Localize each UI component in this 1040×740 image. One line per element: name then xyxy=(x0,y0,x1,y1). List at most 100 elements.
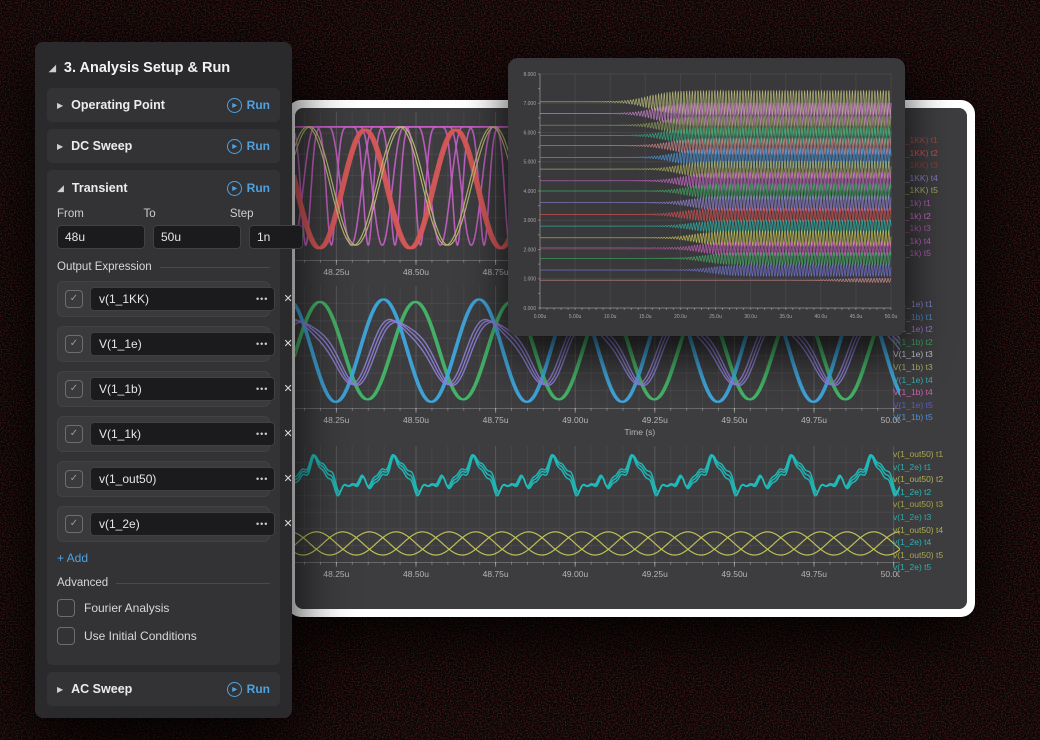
svg-text:49.00u: 49.00u xyxy=(562,569,588,579)
checkbox-unchecked xyxy=(57,627,75,645)
expression-checkbox[interactable]: ✓ xyxy=(65,380,83,398)
svg-text:48.50u: 48.50u xyxy=(403,415,429,425)
expression-input[interactable] xyxy=(97,426,256,442)
output-expression-divider: Output Expression xyxy=(57,261,270,273)
to-field[interactable] xyxy=(153,225,241,249)
advanced-divider: Advanced xyxy=(57,577,270,589)
expression-row: ✓•••✕ xyxy=(57,416,270,452)
expression-row: ✓•••✕ xyxy=(57,461,270,497)
svg-text:3.000: 3.000 xyxy=(523,218,536,224)
run-ac-sweep-button[interactable]: ▶ Run xyxy=(227,682,270,697)
legend-bottom-plot: v(1_out50) t1v(1_2e) t1v(1_out50) t2v(1_… xyxy=(893,448,967,574)
section-dc-sweep[interactable]: ▶ DC Sweep ▶ Run xyxy=(47,129,280,163)
expression-options-button[interactable]: ••• xyxy=(256,429,268,439)
expression-options-button[interactable]: ••• xyxy=(256,474,268,484)
analysis-panel: ◢ 3. Analysis Setup & Run ▶ Operating Po… xyxy=(35,42,292,718)
section-label: DC Sweep xyxy=(71,139,219,153)
expression-remove-button[interactable]: ✕ xyxy=(282,429,293,440)
check-icon: ✓ xyxy=(70,474,78,484)
svg-text:49.00u: 49.00u xyxy=(562,415,588,425)
svg-text:48.50u: 48.50u xyxy=(403,267,429,277)
section-operating-point[interactable]: ▶ Operating Point ▶ Run xyxy=(47,88,280,122)
expression-options-button[interactable]: ••• xyxy=(256,519,268,529)
svg-text:8.000: 8.000 xyxy=(523,72,536,78)
legend-entry: v(1_out50) t4 xyxy=(893,524,967,537)
overlay-plot-window: 8.0007.0006.0005.0004.0003.0002.0001.000… xyxy=(508,58,905,336)
play-icon: ▶ xyxy=(227,181,242,196)
expression-input[interactable] xyxy=(97,381,256,397)
svg-text:0.000: 0.000 xyxy=(523,306,536,312)
play-icon: ▶ xyxy=(227,682,242,697)
svg-text:49.25u: 49.25u xyxy=(642,415,668,425)
expression-checkbox[interactable]: ✓ xyxy=(65,290,83,308)
transient-field-inputs xyxy=(57,225,270,249)
svg-text:50.0u: 50.0u xyxy=(885,314,898,320)
expression-row: ✓•••✕ xyxy=(57,326,270,362)
svg-text:48.75u: 48.75u xyxy=(483,569,509,579)
expression-remove-button[interactable]: ✕ xyxy=(282,339,293,350)
expression-input[interactable] xyxy=(97,336,256,352)
svg-text:1.000: 1.000 xyxy=(523,277,536,283)
svg-text:25.0u: 25.0u xyxy=(709,314,722,320)
check-icon: ✓ xyxy=(70,429,78,439)
expression-row: ✓•••✕ xyxy=(57,506,270,542)
expression-field: ••• xyxy=(90,512,275,536)
svg-text:49.75u: 49.75u xyxy=(801,569,827,579)
legend-entry: v(1_out50) t2 xyxy=(893,473,967,486)
svg-text:7.000: 7.000 xyxy=(523,101,536,107)
run-transient-button[interactable]: ▶ Run xyxy=(227,181,270,196)
chevron-right-icon: ▶ xyxy=(57,142,63,151)
chevron-expanded-icon: ◢ xyxy=(49,63,56,74)
section-label: AC Sweep xyxy=(71,682,219,696)
play-icon: ▶ xyxy=(227,98,242,113)
expression-checkbox[interactable]: ✓ xyxy=(65,515,83,533)
svg-text:45.0u: 45.0u xyxy=(850,314,863,320)
overlay-plot-canvas: 8.0007.0006.0005.0004.0003.0002.0001.000… xyxy=(514,64,899,335)
panel-header[interactable]: ◢ 3. Analysis Setup & Run xyxy=(47,52,280,88)
legend-entry: v(1_2e) t2 xyxy=(893,486,967,499)
expression-options-button[interactable]: ••• xyxy=(256,294,268,304)
legend-entry: V(1_1e) t3 xyxy=(893,348,967,361)
svg-text:48.25u: 48.25u xyxy=(323,569,349,579)
from-field[interactable] xyxy=(57,225,145,249)
expression-input[interactable] xyxy=(97,516,256,532)
bottom-plot-canvas: 48.25u48.50u48.75u49.00u49.25u49.50u49.7… xyxy=(295,446,900,589)
expression-remove-button[interactable]: ✕ xyxy=(282,384,293,395)
svg-text:48.75u: 48.75u xyxy=(483,267,509,277)
legend-entry: v(1_out50) t5 xyxy=(893,549,967,562)
expression-list: ✓•••✕✓•••✕✓•••✕✓•••✕✓•••✕✓•••✕ xyxy=(57,281,270,542)
svg-text:48.25u: 48.25u xyxy=(323,267,349,277)
legend-entry: V(1_1b) t2 xyxy=(893,336,967,349)
fourier-analysis-checkbox[interactable]: Fourier Analysis xyxy=(57,599,270,617)
svg-text:4.000: 4.000 xyxy=(523,189,536,195)
use-initial-conditions-checkbox[interactable]: Use Initial Conditions xyxy=(57,627,270,645)
section-label: Operating Point xyxy=(71,98,219,112)
legend-entry: v(1_2e) t1 xyxy=(893,461,967,474)
run-dc-sweep-button[interactable]: ▶ Run xyxy=(227,139,270,154)
svg-text:35.0u: 35.0u xyxy=(779,314,792,320)
svg-text:5.00u: 5.00u xyxy=(569,314,582,320)
add-expression-link[interactable]: + Add xyxy=(57,551,270,565)
expression-remove-button[interactable]: ✕ xyxy=(282,474,293,485)
expression-input[interactable] xyxy=(97,471,256,487)
chevron-expanded-icon: ◢ xyxy=(57,183,64,194)
expression-checkbox[interactable]: ✓ xyxy=(65,425,83,443)
expression-options-button[interactable]: ••• xyxy=(256,384,268,394)
step-field[interactable] xyxy=(249,225,303,249)
legend-entry: v(1_2e) t5 xyxy=(893,561,967,574)
expression-checkbox[interactable]: ✓ xyxy=(65,335,83,353)
expression-remove-button[interactable]: ✕ xyxy=(282,519,293,530)
expression-input[interactable] xyxy=(97,291,256,307)
svg-text:6.000: 6.000 xyxy=(523,130,536,136)
expression-field: ••• xyxy=(90,377,275,401)
section-transient[interactable]: ◢ Transient ▶ Run xyxy=(57,170,270,206)
run-operating-point-button[interactable]: ▶ Run xyxy=(227,98,270,113)
expression-remove-button[interactable]: ✕ xyxy=(282,294,293,305)
section-ac-sweep[interactable]: ▶ AC Sweep ▶ Run xyxy=(47,672,280,706)
expression-options-button[interactable]: ••• xyxy=(256,339,268,349)
chevron-right-icon: ▶ xyxy=(57,685,63,694)
expression-checkbox[interactable]: ✓ xyxy=(65,470,83,488)
legend-entry: v(1_out50) t1 xyxy=(893,448,967,461)
legend-entry: v(1_2e) t4 xyxy=(893,536,967,549)
svg-text:40.0u: 40.0u xyxy=(815,314,828,320)
